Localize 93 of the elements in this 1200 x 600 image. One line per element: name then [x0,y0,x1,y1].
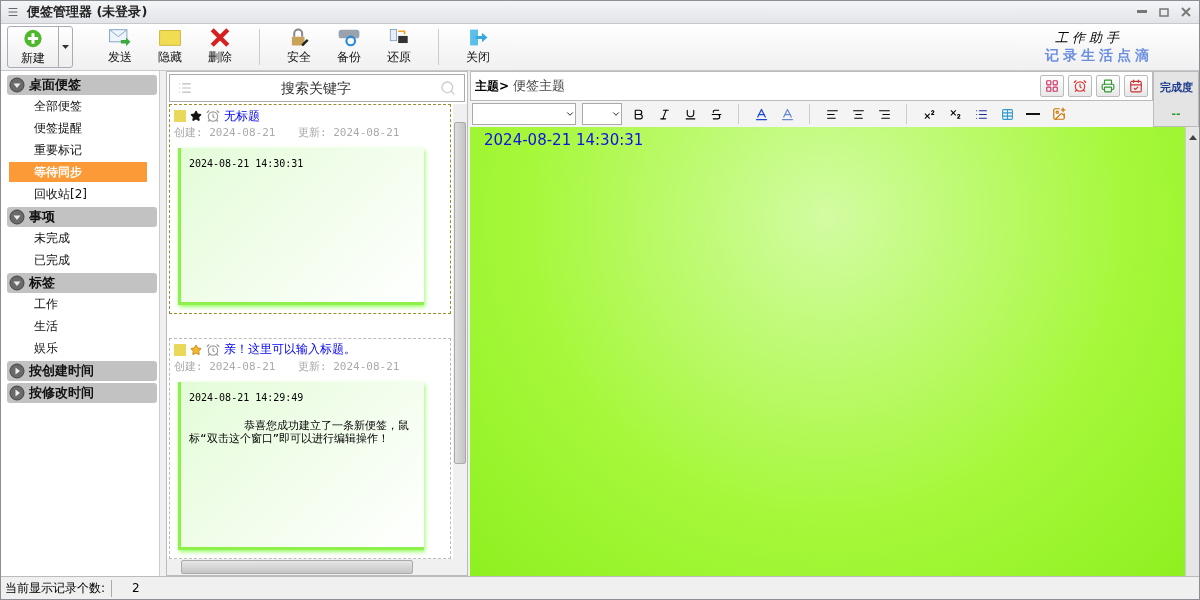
updated-date: 更新: 2024-08-21 [298,125,400,140]
completion-label: 完成度 [1159,80,1193,95]
note-title: 无标题 [224,107,260,125]
highlight-icon [779,106,795,122]
close-icon [1181,7,1191,17]
toolbar-button[interactable]: 备份 [324,26,374,68]
image-icon [1052,107,1066,121]
subject-label: 主题> [475,77,510,95]
subject-text: 便签主题 [513,77,567,95]
window-title: 便签管理器 (未登录) [27,3,149,21]
underline-icon [683,107,697,121]
table-icon [1000,107,1014,121]
alarm-clock-icon [206,342,220,357]
superscript-icon [922,107,936,121]
created-date: 创建: 2024-08-21 [174,125,277,140]
alarm-clock-icon [206,109,220,123]
italic-icon [657,107,671,121]
toolbar-button[interactable]: 隐藏 [145,26,195,68]
grid-icon [1045,79,1059,93]
calendar-button[interactable] [1124,75,1148,97]
toolbar-button[interactable]: 安全 [274,26,324,68]
alarm-button[interactable] [1068,75,1092,97]
alarm-clock-icon [1073,79,1087,93]
calendar-icon [1129,79,1143,93]
maximize-button[interactable] [1157,6,1171,18]
up-arrow-icon [1188,135,1197,140]
status-count: 2 [131,581,140,595]
sidebar-item[interactable]: 生活 [9,316,147,336]
note-body: 恭喜您成功建立了一条新便签，鼠标“双击这个窗口”即可以进行编辑操作！ [189,418,410,445]
align-right-icon [877,107,891,121]
toolbar-button[interactable]: 新建 [8,27,58,69]
list-icon [974,107,988,121]
sidebar-item[interactable]: 重要标记 [9,140,147,160]
collapse-icon [9,77,25,93]
close-button[interactable] [1179,6,1193,18]
sidebar-group-header[interactable]: 桌面便签 [7,75,157,95]
sidebar-group-header[interactable]: 按创建时间 [7,361,157,381]
sidebar-item[interactable]: 娱乐 [9,338,147,358]
collapse-icon [9,209,25,225]
logo-slogan: 记录生活点滴 [1045,47,1153,65]
caret-icon [611,109,621,119]
note-icon [174,343,186,356]
align-left-icon [825,107,839,121]
envelope-icon [107,28,133,47]
toolbar-button[interactable]: 发送 [95,26,145,68]
sidebar-item[interactable]: 工作 [9,294,147,314]
search-icon [440,80,456,96]
dropdown-button[interactable] [58,27,72,67]
completion-value: -- [1171,107,1181,120]
maximize-icon [1159,7,1169,17]
note-card[interactable]: 亲！这里可以输入标题。 创建: 2024-08-21 更新: 2024-08-21 2024-08-21 14:29:49 恭喜您成功建立了一条新便签，鼠标“双击这个窗口”即可以进行编辑操作！ [169,337,451,559]
expand-icon [9,363,25,379]
sidebar-item[interactable]: 未完成 [9,228,147,248]
sidebar-group-header[interactable]: 标签 [7,273,157,293]
list-icon [178,81,192,95]
content-text: 2024-08-21 14:30:31 [484,131,644,149]
toolbar-button[interactable]: 删除 [195,26,245,68]
sidebar-item[interactable]: 已完成 [9,250,147,270]
line-icon [1026,113,1040,115]
sidebar-group-header[interactable]: 按修改时间 [7,383,157,403]
menu-icon[interactable] [7,6,19,18]
minimize-icon [1137,10,1147,14]
caret-icon [62,45,69,49]
note-icon [174,110,186,122]
sidebar-item[interactable]: 全部便签 [9,96,147,116]
font-color-icon [753,106,769,122]
strikethrough-icon [709,107,723,121]
status-label: 当前显示记录个数: [1,579,113,597]
expand-icon [9,385,25,401]
collapse-icon [9,275,25,291]
color-grid-button[interactable] [1040,75,1064,97]
cross-icon [208,28,232,47]
toolbar-button[interactable]: 关闭 [453,26,503,68]
print-button[interactable] [1096,75,1120,97]
subscript-icon [948,107,962,121]
align-center-icon [851,107,865,121]
note-title: 亲！这里可以输入标题。 [224,341,356,359]
search-bar[interactable]: 搜索关键字 [169,74,465,102]
sidebar-item[interactable]: 便签提醒 [9,118,147,138]
caret-icon [565,109,575,119]
updated-date: 更新: 2024-08-21 [298,358,400,374]
new-split-button[interactable]: 新建 [7,26,73,68]
note-card[interactable]: 无标题 创建: 2024-08-21 更新: 2024-08-21 2024-08-21 14:30:31 [169,104,451,314]
printer-icon [1101,79,1115,93]
sidebar-group-header[interactable]: 事项 [7,207,157,227]
created-date: 创建: 2024-08-21 [174,358,277,374]
toolbar-button[interactable]: 还原 [374,26,424,68]
logo-text: 工作助手 [1055,29,1123,47]
plus-circle-icon [22,29,44,48]
sidebar-item[interactable]: 回收站[2] [9,184,147,204]
editor-content[interactable]: 2024-08-21 14:30:31 [470,127,1185,576]
note-timestamp: 2024-08-21 14:30:31 [189,158,305,169]
note-timestamp: 2024-08-21 14:29:49 [189,391,305,403]
